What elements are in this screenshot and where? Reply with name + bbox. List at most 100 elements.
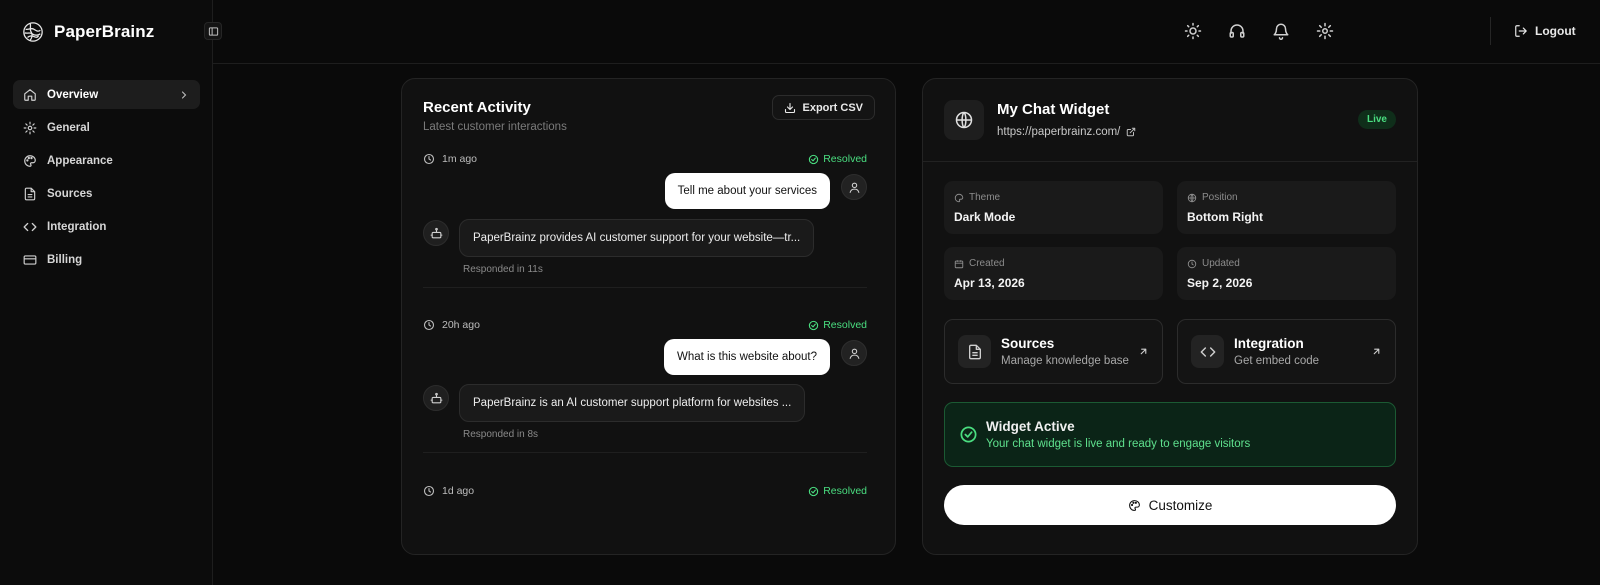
palette-icon [1128, 499, 1141, 512]
widget-title: My Chat Widget [997, 101, 1110, 118]
arrow-up-right-icon [1371, 346, 1382, 357]
user-icon [848, 347, 861, 360]
widget-url: https://paperbrainz.com/ [997, 126, 1121, 138]
sources-link-card[interactable]: Sources Manage knowledge base [944, 319, 1163, 384]
clock-icon [1187, 259, 1197, 269]
status-badge: Resolved [808, 153, 867, 165]
sidebar-item-label: Billing [47, 253, 83, 266]
bot-message-bubble: PaperBrainz is an AI customer support pl… [459, 384, 806, 422]
check-circle-icon [808, 320, 819, 331]
sidebar-item-sources[interactable]: Sources [13, 179, 200, 208]
sidebar-item-appearance[interactable]: Appearance [13, 146, 200, 175]
logout-button[interactable]: Logout [1514, 24, 1576, 38]
sidebar-item-general[interactable]: General [13, 113, 200, 142]
widget-url-link[interactable]: https://paperbrainz.com/ [997, 126, 1136, 138]
sidebar-item-label: Overview [47, 88, 99, 101]
export-csv-button[interactable]: Export CSV [772, 95, 875, 120]
bot-avatar [423, 385, 449, 411]
code-icon [1191, 335, 1224, 368]
info-label-text: Updated [1202, 258, 1240, 269]
user-message-bubble: Tell me about your services [664, 173, 830, 209]
clock-icon [423, 485, 435, 497]
home-icon [23, 88, 37, 102]
status-badge: Resolved [808, 319, 867, 331]
customize-label: Customize [1148, 497, 1213, 513]
entry-time: 20h ago [442, 319, 480, 331]
info-label: Theme [954, 192, 1000, 203]
brand-name: PaperBrainz [54, 22, 155, 41]
headset-icon[interactable] [1228, 22, 1246, 40]
calendar-icon [954, 259, 964, 269]
gear-icon [23, 121, 37, 135]
sidebar-item-label: Integration [47, 220, 107, 233]
live-status-badge: Live [1357, 110, 1396, 129]
info-theme: Theme Dark Mode [944, 181, 1163, 234]
top-header: Logout [213, 0, 1600, 64]
sidebar: PaperBrainz Overview General Appearance [0, 0, 213, 585]
sidebar-item-integration[interactable]: Integration [13, 212, 200, 241]
user-icon [848, 181, 861, 194]
check-circle-icon [808, 486, 819, 497]
code-icon [23, 220, 37, 234]
download-icon [784, 102, 796, 114]
sidebar-nav: Overview General Appearance Sources Inte… [13, 80, 200, 278]
logout-icon [1514, 24, 1528, 38]
info-value: Dark Mode [954, 210, 1016, 224]
globe-icon [1187, 193, 1197, 203]
bell-icon[interactable] [1272, 22, 1290, 40]
widget-active-banner: Widget Active Your chat widget is live a… [944, 402, 1396, 467]
activity-title: Recent Activity [423, 99, 531, 116]
integration-link-card[interactable]: Integration Get embed code [1177, 319, 1396, 384]
response-time: Responded in 11s [463, 264, 543, 275]
info-updated: Updated Sep 2, 2026 [1177, 247, 1396, 300]
recent-activity-card: Recent Activity Latest customer interact… [401, 78, 896, 555]
customize-button[interactable]: Customize [944, 485, 1396, 525]
check-circle-icon [808, 154, 819, 165]
brand[interactable]: PaperBrainz [22, 21, 154, 43]
bot-message-bubble: PaperBrainz provides AI customer support… [459, 219, 815, 257]
arrow-up-right-icon [1138, 346, 1149, 357]
entry-time: 1d ago [442, 485, 475, 497]
entry-divider [423, 452, 867, 453]
entry-meta: 20h ago Resolved [423, 317, 867, 333]
sidebar-item-label: Appearance [47, 154, 113, 167]
sidebar-toggle-button[interactable] [204, 22, 222, 40]
entry-meta: 1m ago Resolved [423, 151, 867, 167]
sidebar-item-billing[interactable]: Billing [13, 245, 200, 274]
link-subtitle: Manage knowledge base [1001, 355, 1129, 367]
file-text-icon [23, 187, 37, 201]
entry-meta: 1d ago Resolved [423, 483, 867, 499]
credit-card-icon [23, 253, 37, 267]
sidebar-item-label: Sources [47, 187, 93, 200]
logout-label: Logout [1535, 24, 1576, 38]
sidebar-item-label: General [47, 121, 90, 134]
file-text-icon [958, 335, 991, 368]
info-label: Position [1187, 192, 1238, 203]
response-time: Responded in 8s [463, 429, 539, 440]
chevron-right-icon [178, 89, 190, 101]
user-avatar [841, 174, 867, 200]
active-title: Widget Active [986, 419, 1075, 434]
brand-logo-icon [22, 21, 44, 43]
sun-icon[interactable] [1184, 22, 1202, 40]
user-avatar [841, 340, 867, 366]
info-value: Apr 13, 2026 [954, 276, 1025, 290]
check-circle-icon [959, 425, 978, 444]
info-label-text: Theme [969, 192, 1001, 203]
info-created: Created Apr 13, 2026 [944, 247, 1163, 300]
info-value: Sep 2, 2026 [1187, 276, 1253, 290]
gear-icon[interactable] [1316, 22, 1334, 40]
widget-header-divider [923, 161, 1417, 162]
user-message-bubble: What is this website about? [664, 339, 830, 375]
panel-left-icon [208, 26, 219, 37]
link-title: Integration [1234, 336, 1304, 351]
active-subtitle: Your chat widget is live and ready to en… [986, 438, 1251, 450]
entry-time: 1m ago [442, 153, 478, 165]
bot-avatar [423, 220, 449, 246]
info-value: Bottom Right [1187, 210, 1263, 224]
info-label: Created [954, 258, 1005, 269]
sidebar-item-overview[interactable]: Overview [13, 80, 200, 109]
status-label: Resolved [823, 485, 867, 497]
status-badge: Resolved [808, 485, 867, 497]
header-divider [1490, 17, 1491, 45]
